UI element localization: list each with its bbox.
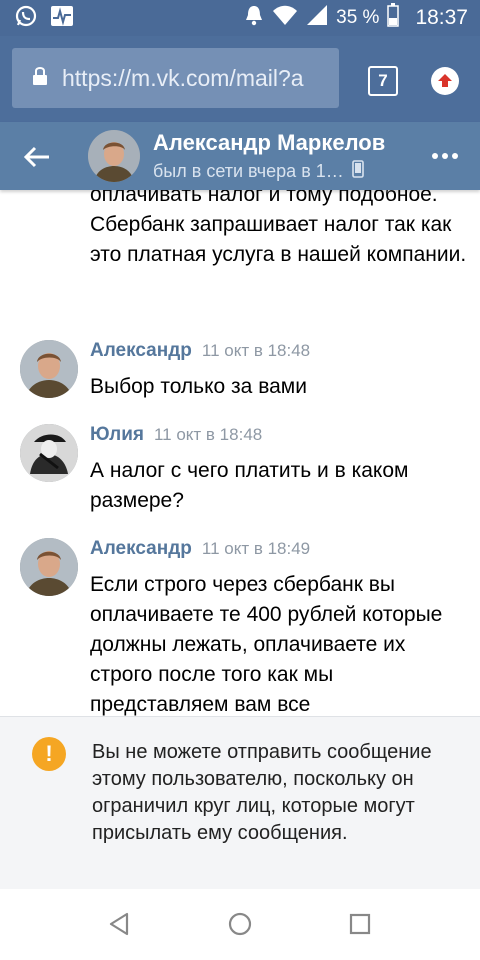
message-meta: Александр 11 окт в 18:49 — [90, 538, 310, 560]
back-arrow-icon[interactable] — [22, 142, 52, 172]
signal-icon — [306, 4, 328, 32]
message-list[interactable]: оплачивать налог и тому подобное. Сберба… — [0, 190, 480, 716]
back-icon[interactable] — [107, 911, 133, 937]
message-time: 11 окт в 18:48 — [201, 341, 311, 360]
message-time: 11 окт в 18:48 — [153, 425, 263, 444]
url-bar[interactable]: https://m.vk.com/mail?a — [12, 48, 339, 108]
message-text: Если строго через сбербанк вы оплачивает… — [90, 573, 443, 716]
message-continuation: оплачивать налог и тому подобное. Сберба… — [90, 190, 467, 266]
url-text: https://m.vk.com/mail?a — [62, 64, 304, 91]
message-text: А налог с чего платить и в каком размере… — [90, 459, 409, 512]
avatar[interactable] — [20, 340, 78, 398]
contact-name: Александр Маркелов — [153, 130, 386, 155]
system-nav-bar — [0, 889, 480, 960]
author-name[interactable]: Юлия — [90, 424, 144, 446]
conversation-header: Александр Маркелов был в сети вчера в 1… — [0, 122, 480, 190]
status-bar: 35 % 18:37 — [0, 0, 480, 36]
notice-text: Вы не можете отправить сообщение этому п… — [92, 741, 432, 844]
message-meta: Юлия 11 окт в 18:48 — [90, 424, 262, 446]
more-options-icon[interactable] — [430, 148, 460, 164]
clock: 18:37 — [415, 6, 468, 29]
restriction-notice: ! Вы не можете отправить сообщение этому… — [0, 716, 480, 890]
author-name[interactable]: Александр — [90, 538, 192, 560]
battery-icon — [387, 3, 400, 33]
mobile-icon — [351, 160, 364, 183]
battery-level: 35 % — [336, 7, 380, 28]
avatar[interactable] — [88, 130, 140, 182]
message-time: 11 окт в 18:49 — [201, 539, 311, 558]
bell-icon — [244, 4, 264, 32]
tab-switcher-button[interactable]: 7 — [368, 66, 398, 96]
avatar[interactable] — [20, 538, 78, 596]
whatsapp-icon — [14, 4, 38, 33]
lock-icon — [32, 66, 48, 91]
avatar[interactable] — [20, 424, 78, 482]
home-icon[interactable] — [227, 911, 253, 937]
browser-toolbar: https://m.vk.com/mail?a 7 — [0, 36, 480, 122]
recents-icon[interactable] — [347, 911, 373, 937]
contact-status: был в сети вчера в 1… — [153, 160, 364, 183]
message-meta: Александр 11 окт в 18:48 — [90, 340, 310, 362]
activity-icon — [50, 5, 74, 32]
upload-icon[interactable] — [431, 67, 459, 95]
last-seen-text: был в сети вчера в 1… — [153, 161, 344, 181]
warning-icon: ! — [32, 737, 66, 771]
author-name[interactable]: Александр — [90, 340, 192, 362]
message-text: Выбор только за вами — [90, 375, 307, 398]
wifi-icon — [272, 4, 298, 32]
